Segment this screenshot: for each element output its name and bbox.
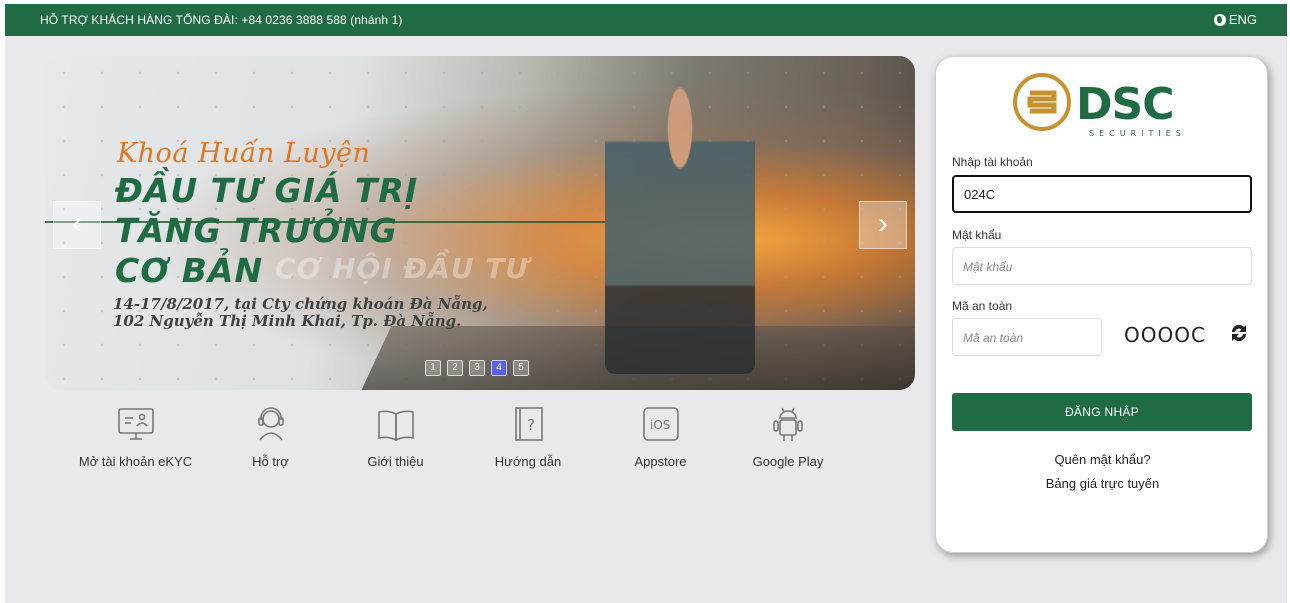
help-book-icon: ?	[508, 404, 548, 444]
ekyc-monitor-icon	[116, 404, 156, 444]
banner-heading-line3: CƠ BẢN	[115, 251, 264, 290]
svg-text:iOS: iOS	[650, 418, 670, 432]
carousel-dot-2[interactable]: 2	[447, 360, 463, 376]
language-switch[interactable]: ENG	[1213, 12, 1257, 27]
quick-link-label: Hướng dẫn	[494, 454, 562, 469]
quick-link-label: Appstore	[634, 454, 687, 469]
open-book-icon	[376, 404, 416, 444]
quick-link-support[interactable]: Hỗ trợ	[208, 404, 333, 469]
top-bar: HỖ TRỢ KHÁCH HÀNG TỔNG ĐÀI: +84 0236 388…	[5, 4, 1287, 36]
forgot-password-link[interactable]: Quên mật khẩu?	[936, 452, 1269, 467]
banner-heading-line1: ĐẦU TƯ GIÁ TRỊ	[115, 171, 419, 210]
hotline-text: HỖ TRỢ KHÁCH HÀNG TỔNG ĐÀI: +84 0236 388…	[40, 13, 403, 27]
carousel-dot-3[interactable]: 3	[469, 360, 485, 376]
carousel-prev-button[interactable]: ‹	[53, 201, 101, 249]
banner-script-title: Khoá Huấn Luyện	[117, 138, 371, 169]
banner-heading-line2: TĂNG TRƯỞNG	[115, 211, 398, 250]
quick-link-label: Hỗ trợ	[252, 454, 289, 469]
captcha-code: OOOOC	[1124, 323, 1206, 347]
headset-support-icon	[251, 404, 291, 444]
svg-text:?: ?	[527, 416, 535, 434]
language-label: ENG	[1228, 12, 1257, 27]
quick-link-label: Giới thiệu	[367, 454, 424, 469]
refresh-captcha-icon[interactable]	[1228, 322, 1250, 344]
globe-icon	[1213, 13, 1226, 26]
quick-link-ekyc[interactable]: Mở tài khoản eKYC	[63, 404, 208, 469]
page-frame: HỖ TRỢ KHÁCH HÀNG TỔNG ĐÀI: +84 0236 388…	[5, 4, 1287, 603]
account-input[interactable]	[952, 175, 1252, 213]
login-card: DSC SECURITIES Nhập tài khoản Mật khẩu M…	[935, 56, 1268, 553]
banner-presenter-image	[605, 74, 755, 374]
banner-ghost-text: CƠ HỘI ĐẦU TƯ	[275, 252, 530, 285]
ios-icon: iOS	[641, 404, 681, 444]
captcha-input[interactable]	[952, 318, 1102, 356]
quick-link-label: Google Play	[752, 454, 824, 469]
price-board-link[interactable]: Bảng giá trực tuyến	[936, 476, 1269, 491]
banner-info-line1: 14-17/8/2017, tại Cty chứng khoán Đà Nẵn…	[113, 295, 488, 313]
quick-link-guide[interactable]: ? Hướng dẫn	[458, 404, 598, 469]
carousel-dot-1[interactable]: 1	[425, 360, 441, 376]
carousel-dot-4[interactable]: 4	[491, 360, 507, 376]
logo-subtitle: SECURITIES	[1089, 129, 1186, 138]
carousel-indicators: 1 2 3 4 5	[425, 360, 529, 376]
carousel-dot-5[interactable]: 5	[513, 360, 529, 376]
quick-link-label: Mở tài khoản eKYC	[78, 454, 193, 469]
quick-link-appstore[interactable]: iOS Appstore	[598, 404, 723, 469]
carousel-next-button[interactable]: ›	[859, 201, 907, 249]
logo-text: DSC	[1076, 79, 1174, 130]
account-label: Nhập tài khoản	[952, 155, 1033, 169]
banner-event-info: 14-17/8/2017, tại Cty chứng khoán Đà Nẵn…	[113, 296, 488, 330]
dsc-logo: DSC SECURITIES	[1010, 69, 1200, 139]
login-button[interactable]: ĐĂNG NHẬP	[952, 393, 1252, 431]
promo-banner-carousel[interactable]: Khoá Huấn Luyện ĐẦU TƯ GIÁ TRỊ TĂNG TRƯỞ…	[45, 56, 915, 390]
quick-link-google-play[interactable]: Google Play	[723, 404, 853, 469]
quick-links: Mở tài khoản eKYC Hỗ trợ Giới thiệu ? Hư…	[75, 404, 853, 469]
android-icon	[768, 404, 808, 444]
captcha-label: Mã an toàn	[952, 299, 1013, 313]
password-input[interactable]	[952, 247, 1252, 285]
password-label: Mật khẩu	[952, 228, 1002, 242]
banner-info-line2: 102 Nguyễn Thị Minh Khai, Tp. Đà Nẵng.	[113, 312, 462, 330]
quick-link-about[interactable]: Giới thiệu	[333, 404, 458, 469]
